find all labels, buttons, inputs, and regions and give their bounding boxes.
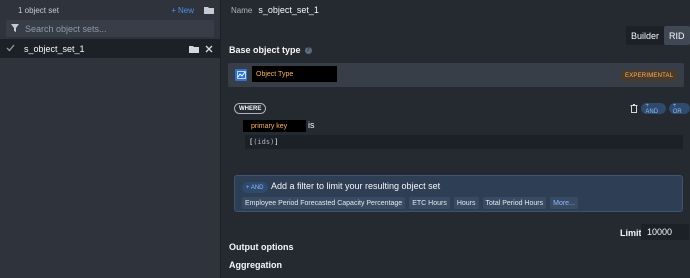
- base-object-type-heading: Base object type ?: [229, 45, 312, 55]
- add-or-button[interactable]: + OR: [668, 103, 690, 115]
- rid-tab[interactable]: RID: [664, 26, 690, 45]
- filter-chip[interactable]: Employee Period Forecasted Capacity Perc…: [242, 197, 406, 209]
- new-object-set-button[interactable]: + New: [171, 6, 194, 15]
- limit-label: Limit: [620, 228, 642, 238]
- where-actions: + AND + OR: [630, 103, 690, 115]
- filter-and-button[interactable]: + AND: [242, 182, 268, 193]
- filter-chip[interactable]: Total Period Hours: [482, 197, 547, 209]
- object-set-count: 1 object set: [18, 5, 59, 15]
- plus-icon: +: [171, 5, 176, 15]
- base-object-type-title: Base object type: [229, 45, 301, 55]
- object-type-label: Object Type: [256, 70, 294, 78]
- add-filter-panel: + AND Add a filter to limit your resulti…: [234, 175, 683, 212]
- open-folder-icon[interactable]: [204, 6, 214, 14]
- name-row: Name s_object_set_1: [231, 5, 319, 15]
- aggregation-label: Aggregation: [229, 260, 282, 270]
- value-code: [(ids)]: [249, 138, 279, 146]
- mode-toggle: Builder RID: [626, 26, 690, 45]
- folder-open-icon[interactable]: [189, 45, 199, 53]
- builder-tab[interactable]: Builder: [626, 26, 664, 45]
- main-panel: Name s_object_set_1 Builder RID Base obj…: [221, 0, 690, 278]
- close-icon[interactable]: [204, 45, 214, 53]
- object-set-name[interactable]: s_object_set_1: [258, 5, 319, 15]
- check-icon: [6, 44, 16, 54]
- filter-chip[interactable]: Hours: [453, 197, 479, 209]
- limit-input[interactable]: [641, 224, 689, 240]
- search-box: [6, 20, 214, 37]
- help-icon[interactable]: ?: [304, 46, 312, 54]
- property-selector[interactable]: primary key: [243, 120, 306, 132]
- new-label: New: [177, 5, 194, 15]
- trash-icon[interactable]: [630, 104, 638, 113]
- object-type-name: Object Type: [252, 66, 337, 82]
- value-close-bracket: ]: [274, 138, 279, 146]
- name-label: Name: [231, 6, 253, 15]
- object-type-icon: [235, 69, 247, 81]
- sidebar-header: 1 object set + New: [0, 0, 220, 20]
- search-input[interactable]: [25, 23, 209, 34]
- filter-hint-text: Add a filter to limit your resulting obj…: [271, 181, 441, 191]
- add-and-button[interactable]: + AND: [641, 103, 666, 115]
- sidebar-item-object-set[interactable]: s_object_set_1: [0, 39, 220, 58]
- output-options-label: Output options: [229, 242, 294, 252]
- operator-label: is: [308, 120, 315, 130]
- value-parameter: (ids): [253, 138, 275, 146]
- suggested-filters: Employee Period Forecasted Capacity Perc…: [242, 197, 578, 209]
- value-input[interactable]: [(ids)]: [245, 135, 683, 149]
- sidebar: 1 object set + New s_object_set_1: [0, 0, 221, 278]
- where-pill: WHERE: [234, 103, 267, 114]
- filter-chip[interactable]: ETC Hours: [409, 197, 450, 209]
- aggregation-heading[interactable]: Aggregation: [229, 260, 282, 270]
- sidebar-item-label: s_object_set_1: [24, 43, 85, 54]
- filter-icon: [11, 23, 19, 34]
- output-options-heading[interactable]: Output options: [229, 242, 293, 252]
- object-type-row[interactable]: Object Type EXPERIMENTAL: [228, 63, 684, 87]
- property-label: primary key: [251, 122, 288, 130]
- more-filters-button[interactable]: More...: [550, 197, 578, 209]
- experimental-badge: EXPERIMENTAL: [621, 70, 678, 81]
